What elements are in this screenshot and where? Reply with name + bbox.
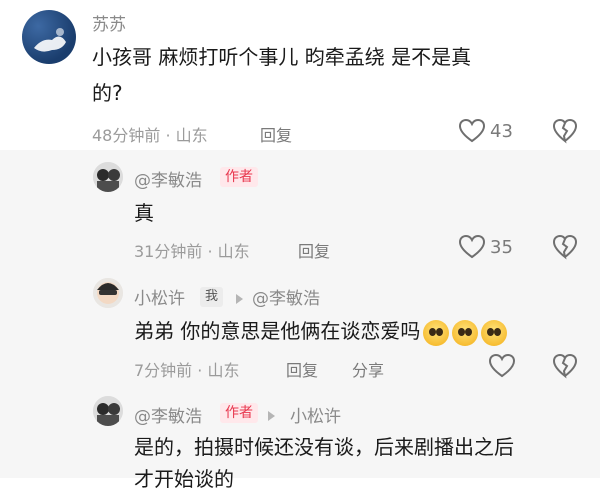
avatar-image-icon — [34, 28, 66, 52]
author-badge: 作者 — [220, 403, 258, 423]
avatar-image-icon — [93, 278, 123, 308]
like-count: 43 — [490, 121, 513, 142]
broken-heart-icon — [552, 234, 578, 260]
heart-icon — [488, 353, 516, 378]
comment-username[interactable]: 苏苏 — [92, 10, 126, 35]
emoji-pleading-icon — [452, 319, 479, 346]
comment-time-location: 48分钟前 · 山东 — [92, 126, 208, 145]
share-button[interactable]: 分享 — [352, 357, 384, 381]
reply-username[interactable]: 小松许 — [134, 284, 185, 309]
reply-time-location: 31分钟前 · 山东 — [134, 242, 250, 261]
dislike-button[interactable] — [552, 234, 578, 264]
like-button[interactable] — [488, 353, 516, 383]
reply-username[interactable]: @李敏浩 — [134, 166, 202, 191]
like-count: 35 — [490, 237, 513, 258]
reply-button[interactable]: 回复 — [286, 357, 318, 381]
reply-arrow-icon — [268, 410, 275, 421]
reply-text-content: 弟弟 你的意思是他俩在谈恋爱吗 — [134, 319, 421, 343]
avatar[interactable] — [22, 10, 76, 64]
emoji-pleading-icon — [481, 319, 508, 346]
replies-section — [0, 150, 600, 478]
reply-arrow-icon — [236, 293, 243, 304]
comment-text-line2: 的? — [92, 81, 123, 105]
avatar[interactable] — [93, 162, 123, 192]
heart-icon — [458, 118, 486, 143]
broken-heart-icon — [552, 353, 578, 379]
avatar-image-icon — [93, 162, 123, 192]
avatar-image-icon — [93, 396, 123, 426]
heart-icon — [458, 234, 486, 259]
reply-text-line2: 才开始谈的 — [134, 467, 234, 491]
broken-heart-icon — [552, 118, 578, 144]
me-badge: 我 — [200, 287, 224, 307]
reply-text-line1: 是的，拍摄时候还没有谈，后来剧播出之后 — [134, 435, 514, 459]
reply-text: 真 — [134, 201, 154, 225]
reply-target-username[interactable]: 小松许 — [290, 402, 341, 427]
like-button[interactable] — [458, 234, 486, 264]
reply-username[interactable]: @李敏浩 — [134, 402, 202, 427]
reply-target-username[interactable]: @李敏浩 — [252, 284, 320, 309]
reply-time-location: 7分钟前 · 山东 — [134, 361, 240, 380]
like-button[interactable] — [458, 118, 486, 148]
reply-button[interactable]: 回复 — [298, 238, 330, 262]
avatar[interactable] — [93, 278, 123, 308]
author-badge: 作者 — [220, 167, 258, 187]
dislike-button[interactable] — [552, 118, 578, 148]
comment-text-line1: 小孩哥 麻烦打听个事儿 昀牵孟绕 是不是真 — [92, 45, 472, 69]
emoji-pleading-icon — [423, 319, 450, 346]
reply-text: 弟弟 你的意思是他俩在谈恋爱吗 — [134, 316, 508, 347]
dislike-button[interactable] — [552, 353, 578, 383]
avatar[interactable] — [93, 396, 123, 426]
reply-button[interactable]: 回复 — [260, 122, 292, 146]
